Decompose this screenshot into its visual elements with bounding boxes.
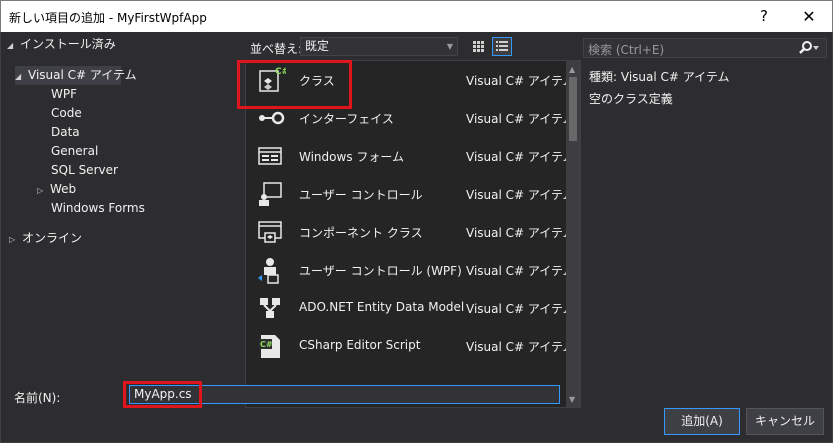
name-label: 名前(N): (14, 391, 61, 405)
list-item-csharp-editor-script[interactable]: C# CSharp Editor Script Visual C# アイテム (246, 327, 575, 365)
list-item-wpf-user-control[interactable]: ユーザー コントロール (WPF) Visual C# アイテム (246, 251, 575, 289)
tree-item-general[interactable]: General (51, 142, 98, 161)
item-category: Visual C# アイテム (466, 226, 575, 240)
item-category: Visual C# アイテム (466, 150, 575, 164)
item-name: ユーザー コントロール (299, 188, 423, 202)
item-category: Visual C# アイテム (466, 74, 575, 88)
entity-data-model-icon (254, 292, 286, 324)
svg-text:C#: C# (260, 340, 273, 349)
item-category: Visual C# アイテム (466, 112, 575, 126)
tree-item-web[interactable]: ▷ Web (37, 180, 76, 199)
item-category: Visual C# アイテム (466, 188, 575, 202)
list-item-user-control[interactable]: ユーザー コントロール Visual C# アイテム (246, 175, 575, 213)
item-category: Visual C# アイテム (466, 340, 575, 354)
help-button[interactable]: ? (741, 1, 787, 32)
window-title: 新しい項目の追加 - MyFirstWpfApp (9, 11, 207, 25)
component-class-icon (254, 216, 286, 248)
scroll-up-icon[interactable]: ▲ (569, 65, 575, 74)
grid-view-icon (473, 41, 484, 52)
tree-item-sql-server[interactable]: SQL Server (51, 161, 118, 180)
tree-item-label: インストール済み (20, 37, 116, 51)
category-tree: ◢ インストール済み ◢ Visual C# アイテム WPF Code Data … (1, 32, 244, 378)
list-item-windows-form[interactable]: Windows フォーム Visual C# アイテム (246, 137, 575, 175)
collapsed-arrow-icon[interactable]: ▷ (37, 181, 47, 200)
csharp-script-icon: C# (254, 330, 286, 362)
sort-bar: 並べ替え: 既定 ▼ (244, 32, 580, 60)
tree-item-visual-csharp[interactable]: ◢ Visual C# アイテム (15, 66, 137, 85)
tree-item-data[interactable]: Data (51, 123, 80, 142)
search-input[interactable]: 検索 (Ctrl+E) (583, 38, 827, 58)
expanded-arrow-icon: ◢ (7, 41, 14, 50)
details-type-value: Visual C# アイテム (620, 70, 730, 84)
cancel-button[interactable]: キャンセル (746, 408, 824, 435)
list-scrollbar[interactable]: ▲ ▼ (566, 61, 580, 407)
windows-form-icon (254, 140, 286, 172)
item-name: コンポーネント クラス (299, 226, 423, 240)
item-name: CSharp Editor Script (299, 338, 421, 352)
search-placeholder: 検索 (Ctrl+E) (588, 43, 665, 57)
tree-item-code[interactable]: Code (51, 104, 82, 123)
details-panel: 種類: Visual C# アイテム 空のクラス定義 (589, 68, 829, 112)
add-button[interactable]: 追加(A) (664, 408, 740, 435)
item-category: Visual C# アイテム (466, 302, 575, 316)
tree-item-online[interactable]: ▷ オンライン (9, 229, 82, 248)
dropdown-arrow-icon: ▼ (446, 42, 453, 51)
item-name: インターフェイス (299, 112, 394, 126)
list-view-button[interactable] (492, 37, 512, 56)
tree-item-windows-forms[interactable]: Windows Forms (51, 199, 145, 218)
tree-item-label: オンライン (22, 231, 83, 245)
collapsed-arrow-icon[interactable]: ▷ (9, 230, 19, 249)
search-icon[interactable] (798, 40, 820, 59)
close-button[interactable]: ✕ (786, 1, 832, 32)
details-description: 空のクラス定義 (589, 92, 673, 106)
highlight-class-item (237, 60, 352, 109)
list-item-entity-data-model[interactable]: ADO.NET Entity Data Model Visual C# アイテム (246, 289, 575, 327)
sort-label: 並べ替え: (250, 42, 303, 56)
details-type: 種類: Visual C# アイテム (589, 68, 829, 90)
item-category: Visual C# アイテム (466, 264, 575, 278)
sort-dropdown[interactable]: 既定 ▼ (300, 37, 458, 56)
item-name: ADO.NET Entity Data Model (299, 300, 465, 314)
expanded-arrow-icon: ◢ (15, 72, 22, 81)
item-name: ユーザー コントロール (WPF) (299, 264, 462, 278)
tree-item-label: Visual C# アイテム (28, 68, 137, 82)
grid-view-button[interactable] (468, 37, 488, 56)
highlight-name-input (123, 381, 202, 408)
user-control-icon (254, 178, 286, 210)
tree-item-label: Web (50, 182, 77, 196)
sort-value: 既定 (305, 39, 330, 53)
scroll-down-icon[interactable]: ▼ (569, 395, 575, 404)
wpf-user-control-icon (254, 254, 286, 286)
details-type-label: 種類: (589, 70, 618, 84)
template-list: C# クラス Visual C# アイテム インターフェイス Visual C#… (245, 60, 581, 408)
tree-item-installed[interactable]: ◢ インストール済み (7, 35, 243, 54)
list-item-component-class[interactable]: コンポーネント クラス Visual C# アイテム (246, 213, 575, 251)
scrollbar-thumb[interactable] (569, 77, 577, 141)
tree-item-wpf[interactable]: WPF (51, 85, 77, 104)
item-name: Windows フォーム (299, 150, 405, 164)
list-view-icon (496, 41, 508, 51)
title-bar: 新しい項目の追加 - MyFirstWpfApp ? ✕ (0, 0, 833, 32)
dialog-client: ◢ インストール済み ◢ Visual C# アイテム WPF Code Data … (0, 32, 833, 443)
